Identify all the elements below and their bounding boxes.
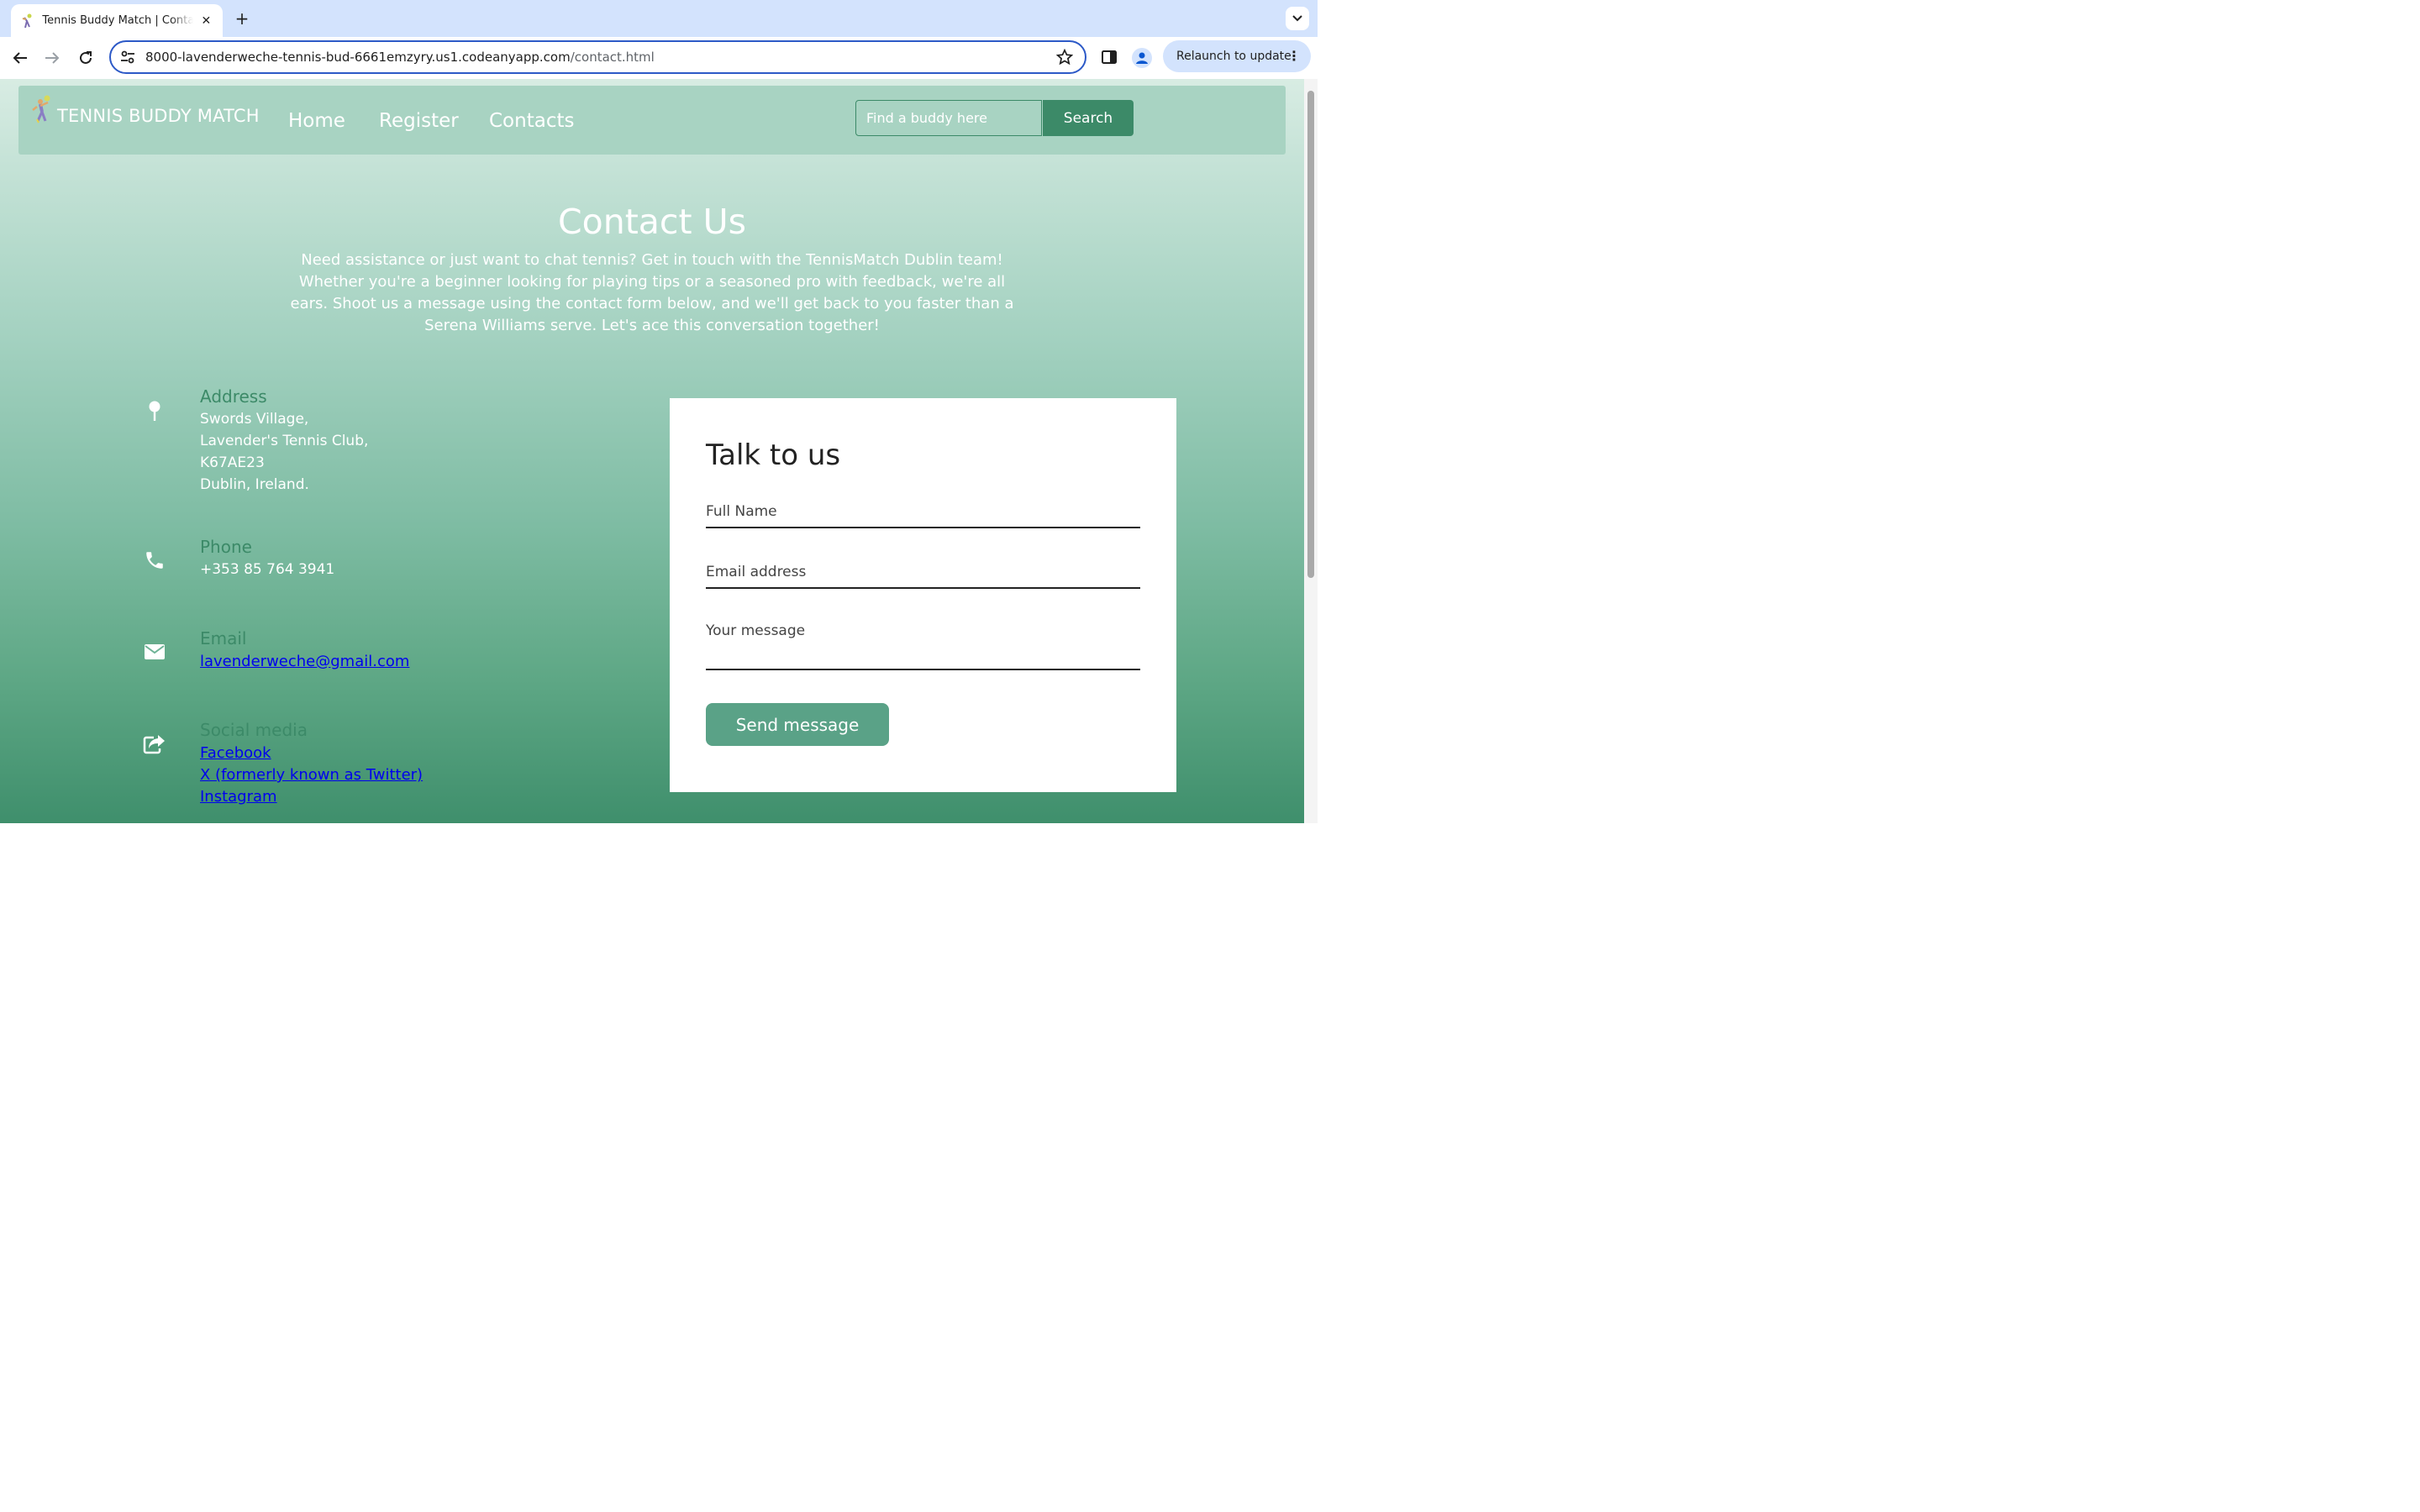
phone-icon — [134, 540, 175, 580]
browser-tabstrip: Tennis Buddy Match | Contact ✕ + — [0, 0, 1318, 37]
kebab-menu-icon[interactable]: ⋮ — [1287, 48, 1301, 64]
buddy-search-input[interactable] — [855, 100, 1042, 136]
page-title: Contact Us — [558, 202, 746, 242]
page-scrollbar[interactable] — [1304, 79, 1318, 823]
address-bar[interactable]: 8000-lavenderweche-tennis-bud-6661emzyry… — [109, 40, 1086, 74]
facebook-link[interactable]: Facebook — [200, 744, 271, 762]
email-link[interactable]: lavenderweche@gmail.com — [200, 653, 409, 670]
social-heading: Social media — [200, 720, 308, 740]
bookmark-star-icon[interactable] — [1055, 48, 1074, 66]
email-field[interactable] — [706, 562, 1140, 589]
address-line: Dublin, Ireland. — [200, 476, 309, 493]
nav-link-register[interactable]: Register — [379, 110, 459, 132]
tab-search-chevron-icon[interactable] — [1286, 7, 1309, 30]
tennis-favicon-icon — [19, 13, 34, 29]
url-path: /contact.html — [570, 50, 655, 65]
search-button[interactable]: Search — [1043, 100, 1134, 136]
close-tab-icon[interactable]: ✕ — [198, 13, 214, 29]
new-tab-plus-icon[interactable]: + — [232, 8, 252, 29]
relaunch-label: Relaunch to update — [1176, 50, 1292, 63]
browser-toolbar: 8000-lavenderweche-tennis-bud-6661emzyry… — [0, 37, 1318, 79]
address-line: Swords Village, — [200, 411, 309, 428]
profile-avatar-icon[interactable] — [1132, 48, 1152, 68]
reload-icon[interactable] — [75, 47, 97, 69]
back-arrow-icon[interactable] — [9, 47, 31, 69]
relaunch-to-update-button[interactable]: Relaunch to update ⋮ — [1163, 40, 1311, 72]
scrollbar-thumb[interactable] — [1307, 91, 1314, 578]
address-line: Lavender's Tennis Club, — [200, 433, 369, 449]
pin-icon — [134, 391, 175, 432]
intro-paragraph: Need assistance or just want to chat ten… — [290, 251, 1014, 334]
form-title: Talk to us — [706, 438, 841, 472]
instagram-link[interactable]: Instagram — [200, 788, 277, 806]
url-host: 8000-lavenderweche-tennis-bud-6661emzyry… — [145, 50, 571, 65]
nav-link-contacts[interactable]: Contacts — [489, 110, 574, 132]
browser-tab-active[interactable]: Tennis Buddy Match | Contact ✕ — [11, 4, 223, 37]
site-navbar: TENNIS BUDDY MATCH Home Register Contact… — [18, 86, 1286, 155]
site-settings-icon[interactable] — [119, 49, 136, 66]
tab-title: Tennis Buddy Match | Contact — [42, 14, 193, 27]
email-heading: Email — [200, 628, 247, 648]
address-line: K67AE23 — [200, 454, 265, 471]
forward-arrow-icon[interactable] — [41, 47, 63, 69]
full-name-field[interactable] — [706, 501, 1140, 528]
nav-link-home[interactable]: Home — [288, 110, 345, 132]
phone-number: +353 85 764 3941 — [200, 561, 335, 578]
twitter-x-link[interactable]: X (formerly known as Twitter) — [200, 766, 423, 784]
site-logo-text[interactable]: TENNIS BUDDY MATCH — [57, 106, 260, 126]
message-field[interactable] — [706, 622, 1140, 670]
share-icon — [134, 723, 175, 764]
page-viewport: TENNIS BUDDY MATCH Home Register Contact… — [0, 79, 1304, 823]
tennis-player-logo-icon[interactable] — [30, 94, 54, 124]
send-message-button[interactable]: Send message — [706, 703, 889, 746]
side-panel-icon[interactable] — [1101, 49, 1119, 67]
envelope-icon — [134, 632, 175, 672]
contact-form-card: Talk to us Send message — [670, 398, 1176, 792]
address-heading: Address — [200, 386, 267, 407]
phone-heading: Phone — [200, 537, 252, 557]
